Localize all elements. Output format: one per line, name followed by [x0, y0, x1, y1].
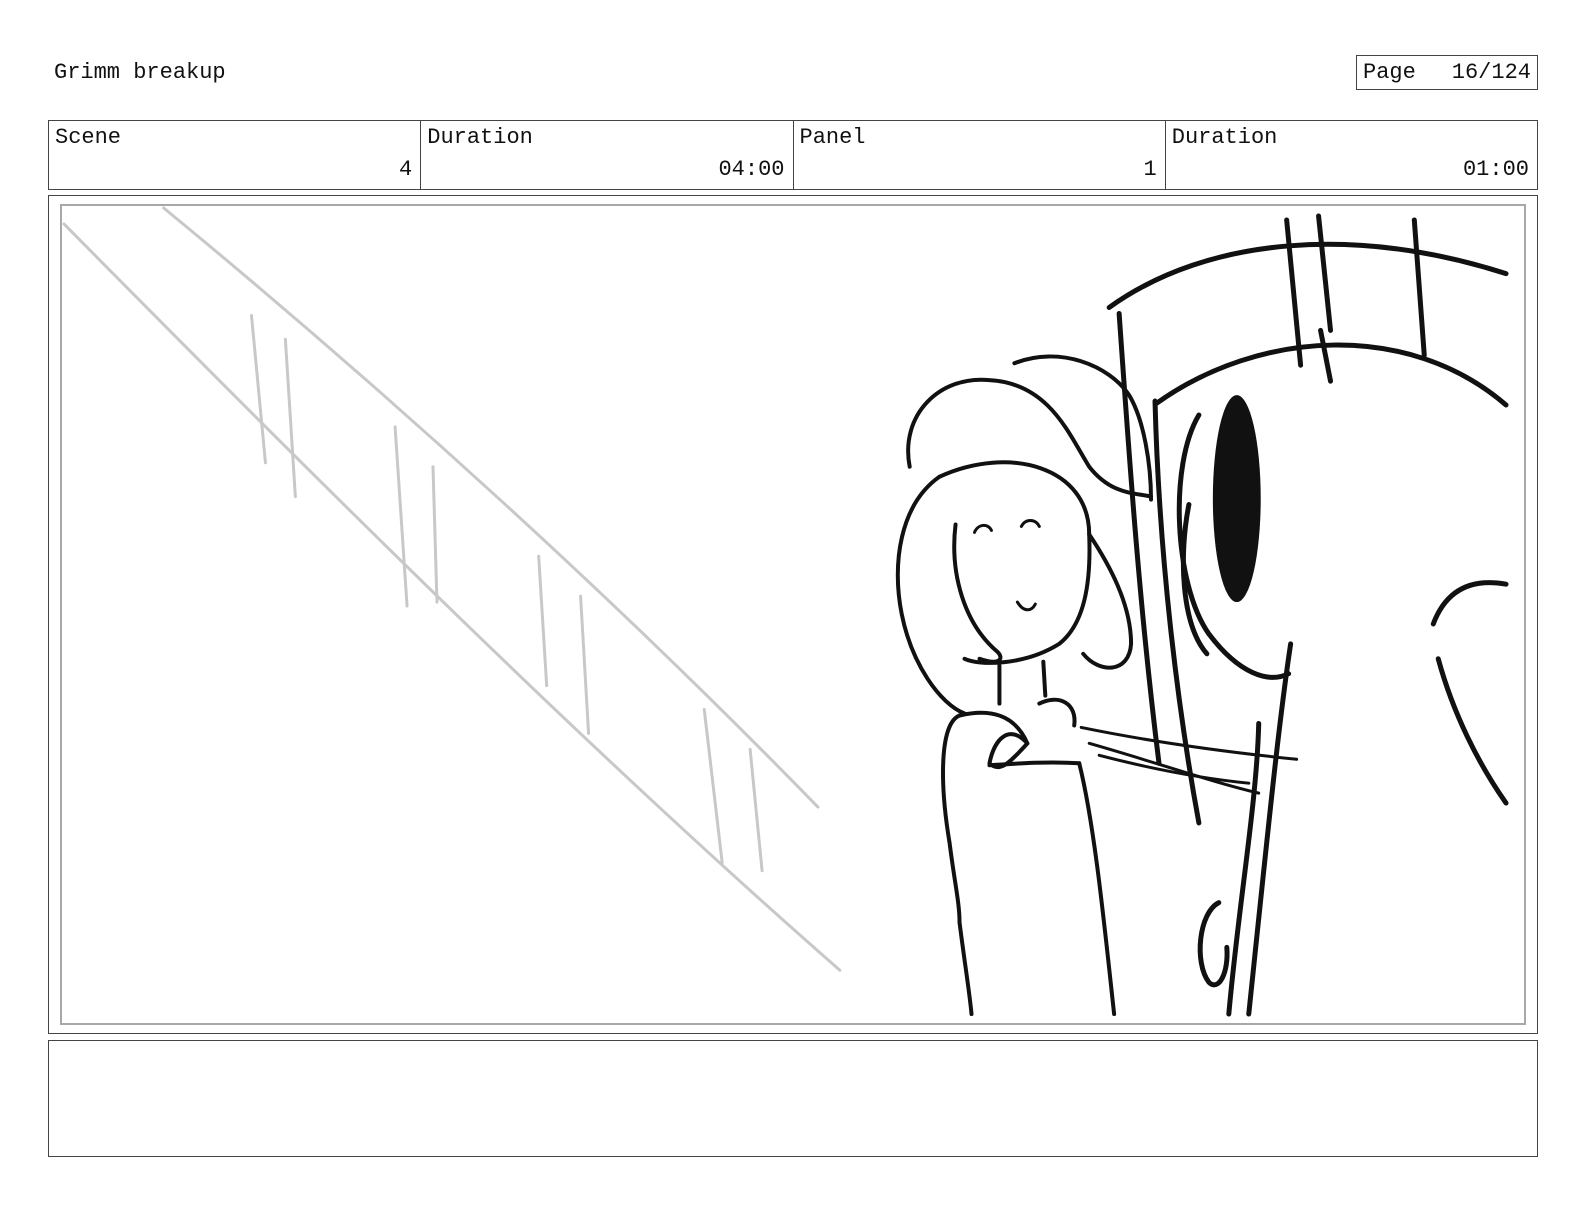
panel-label: Panel: [799, 125, 866, 150]
creature-figure: [1106, 213, 1509, 1017]
scene-value: 4: [399, 157, 413, 182]
page-number: 16/124: [1451, 60, 1531, 85]
storyboard-panel: [48, 195, 1538, 1034]
panel-cell: Panel 1: [794, 121, 1166, 189]
page-indicator: Page 16/124: [1356, 55, 1538, 90]
scene-cell: Scene 4: [49, 121, 422, 189]
panel-duration-cell: Duration 01:00: [1166, 121, 1537, 189]
panel-sketch: [62, 206, 1509, 1017]
page-label: Page: [1363, 60, 1416, 85]
project-title: Grimm breakup: [54, 60, 226, 85]
staircase-sketch: [62, 206, 842, 972]
panel-duration-value: 01:00: [1462, 157, 1529, 182]
panel-notes: [48, 1040, 1538, 1157]
panel-info-row: Scene 4 Duration 04:00 Panel 1 Duration …: [48, 120, 1538, 190]
scene-duration-cell: Duration 04:00: [421, 121, 794, 189]
panel-drawing-area: [60, 204, 1526, 1025]
scene-label: Scene: [55, 125, 122, 150]
panel-value: 1: [1143, 157, 1157, 182]
creature-eye: [1212, 395, 1261, 603]
panel-duration-label: Duration: [1171, 125, 1278, 150]
scene-duration-value: 04:00: [718, 157, 785, 182]
scene-duration-label: Duration: [427, 125, 533, 150]
